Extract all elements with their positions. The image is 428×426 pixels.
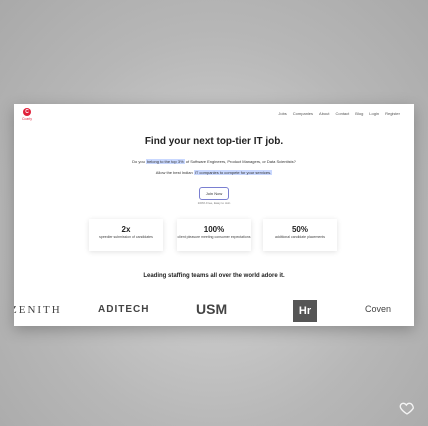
subtitle-text: Allow the best Indian — [155, 170, 194, 175]
stat-description: client pleasure meeting consumer expecta… — [177, 235, 251, 239]
stat-card: 2x speedier submission of candidates — [89, 219, 163, 251]
stat-description: speedier submission of candidates — [99, 235, 153, 239]
leading-teams-heading: Leading staffing teams all over the worl… — [143, 273, 285, 279]
nav-item-blog[interactable]: Blog — [355, 111, 363, 116]
nav-bar: Jobs Companies About Contact Blog Login … — [278, 111, 400, 116]
brand-logo-usm: USM — [196, 301, 228, 317]
join-now-button[interactable]: Join Now — [199, 187, 229, 200]
highlighted-text: IT companies to compete for your service… — [193, 170, 273, 175]
subtitle-text: of Software Engineers, Product Managers,… — [184, 159, 296, 164]
brand-logo-zenith: ZENITH — [14, 304, 62, 316]
join-caption: 100% Free, Easy to Join — [197, 201, 231, 205]
stat-card: 50% additional candidate placements — [263, 219, 337, 251]
nav-item-contact[interactable]: Contact — [335, 111, 349, 116]
logo-text: Cozrly — [22, 117, 32, 121]
brand-logo-aditech: ADITECH — [98, 304, 150, 315]
logo-mark-icon: C — [23, 108, 31, 116]
stat-card: 100% client pleasure meeting consumer ex… — [177, 219, 251, 251]
brand-logo-hr: Hr — [293, 300, 317, 322]
brand-logo-coven: Coven — [365, 304, 392, 314]
hero-subtitle-1: Do you belong to the top 3% of Software … — [14, 159, 414, 164]
highlighted-text: belong to the top 3% — [145, 159, 185, 164]
stat-description: additional candidate placements — [274, 235, 325, 239]
nav-item-about[interactable]: About — [319, 111, 329, 116]
page-title: Find your next top-tier IT job. — [144, 136, 284, 147]
nav-item-companies[interactable]: Companies — [293, 111, 313, 116]
nav-item-jobs[interactable]: Jobs — [278, 111, 286, 116]
logo[interactable]: C Cozrly — [16, 108, 38, 121]
hero-subtitle-2: Allow the best Indian IT companies to co… — [14, 170, 414, 175]
landing-page-card: C Cozrly Jobs Companies About Contact Bl… — [14, 104, 414, 326]
subtitle-text: Do you — [132, 159, 146, 164]
stat-value: 2x — [121, 225, 131, 234]
nav-item-register[interactable]: Register — [385, 111, 400, 116]
stat-value: 50% — [291, 225, 308, 234]
stat-value: 100% — [203, 225, 225, 234]
heart-icon[interactable] — [399, 400, 415, 416]
nav-item-login[interactable]: Login — [369, 111, 379, 116]
